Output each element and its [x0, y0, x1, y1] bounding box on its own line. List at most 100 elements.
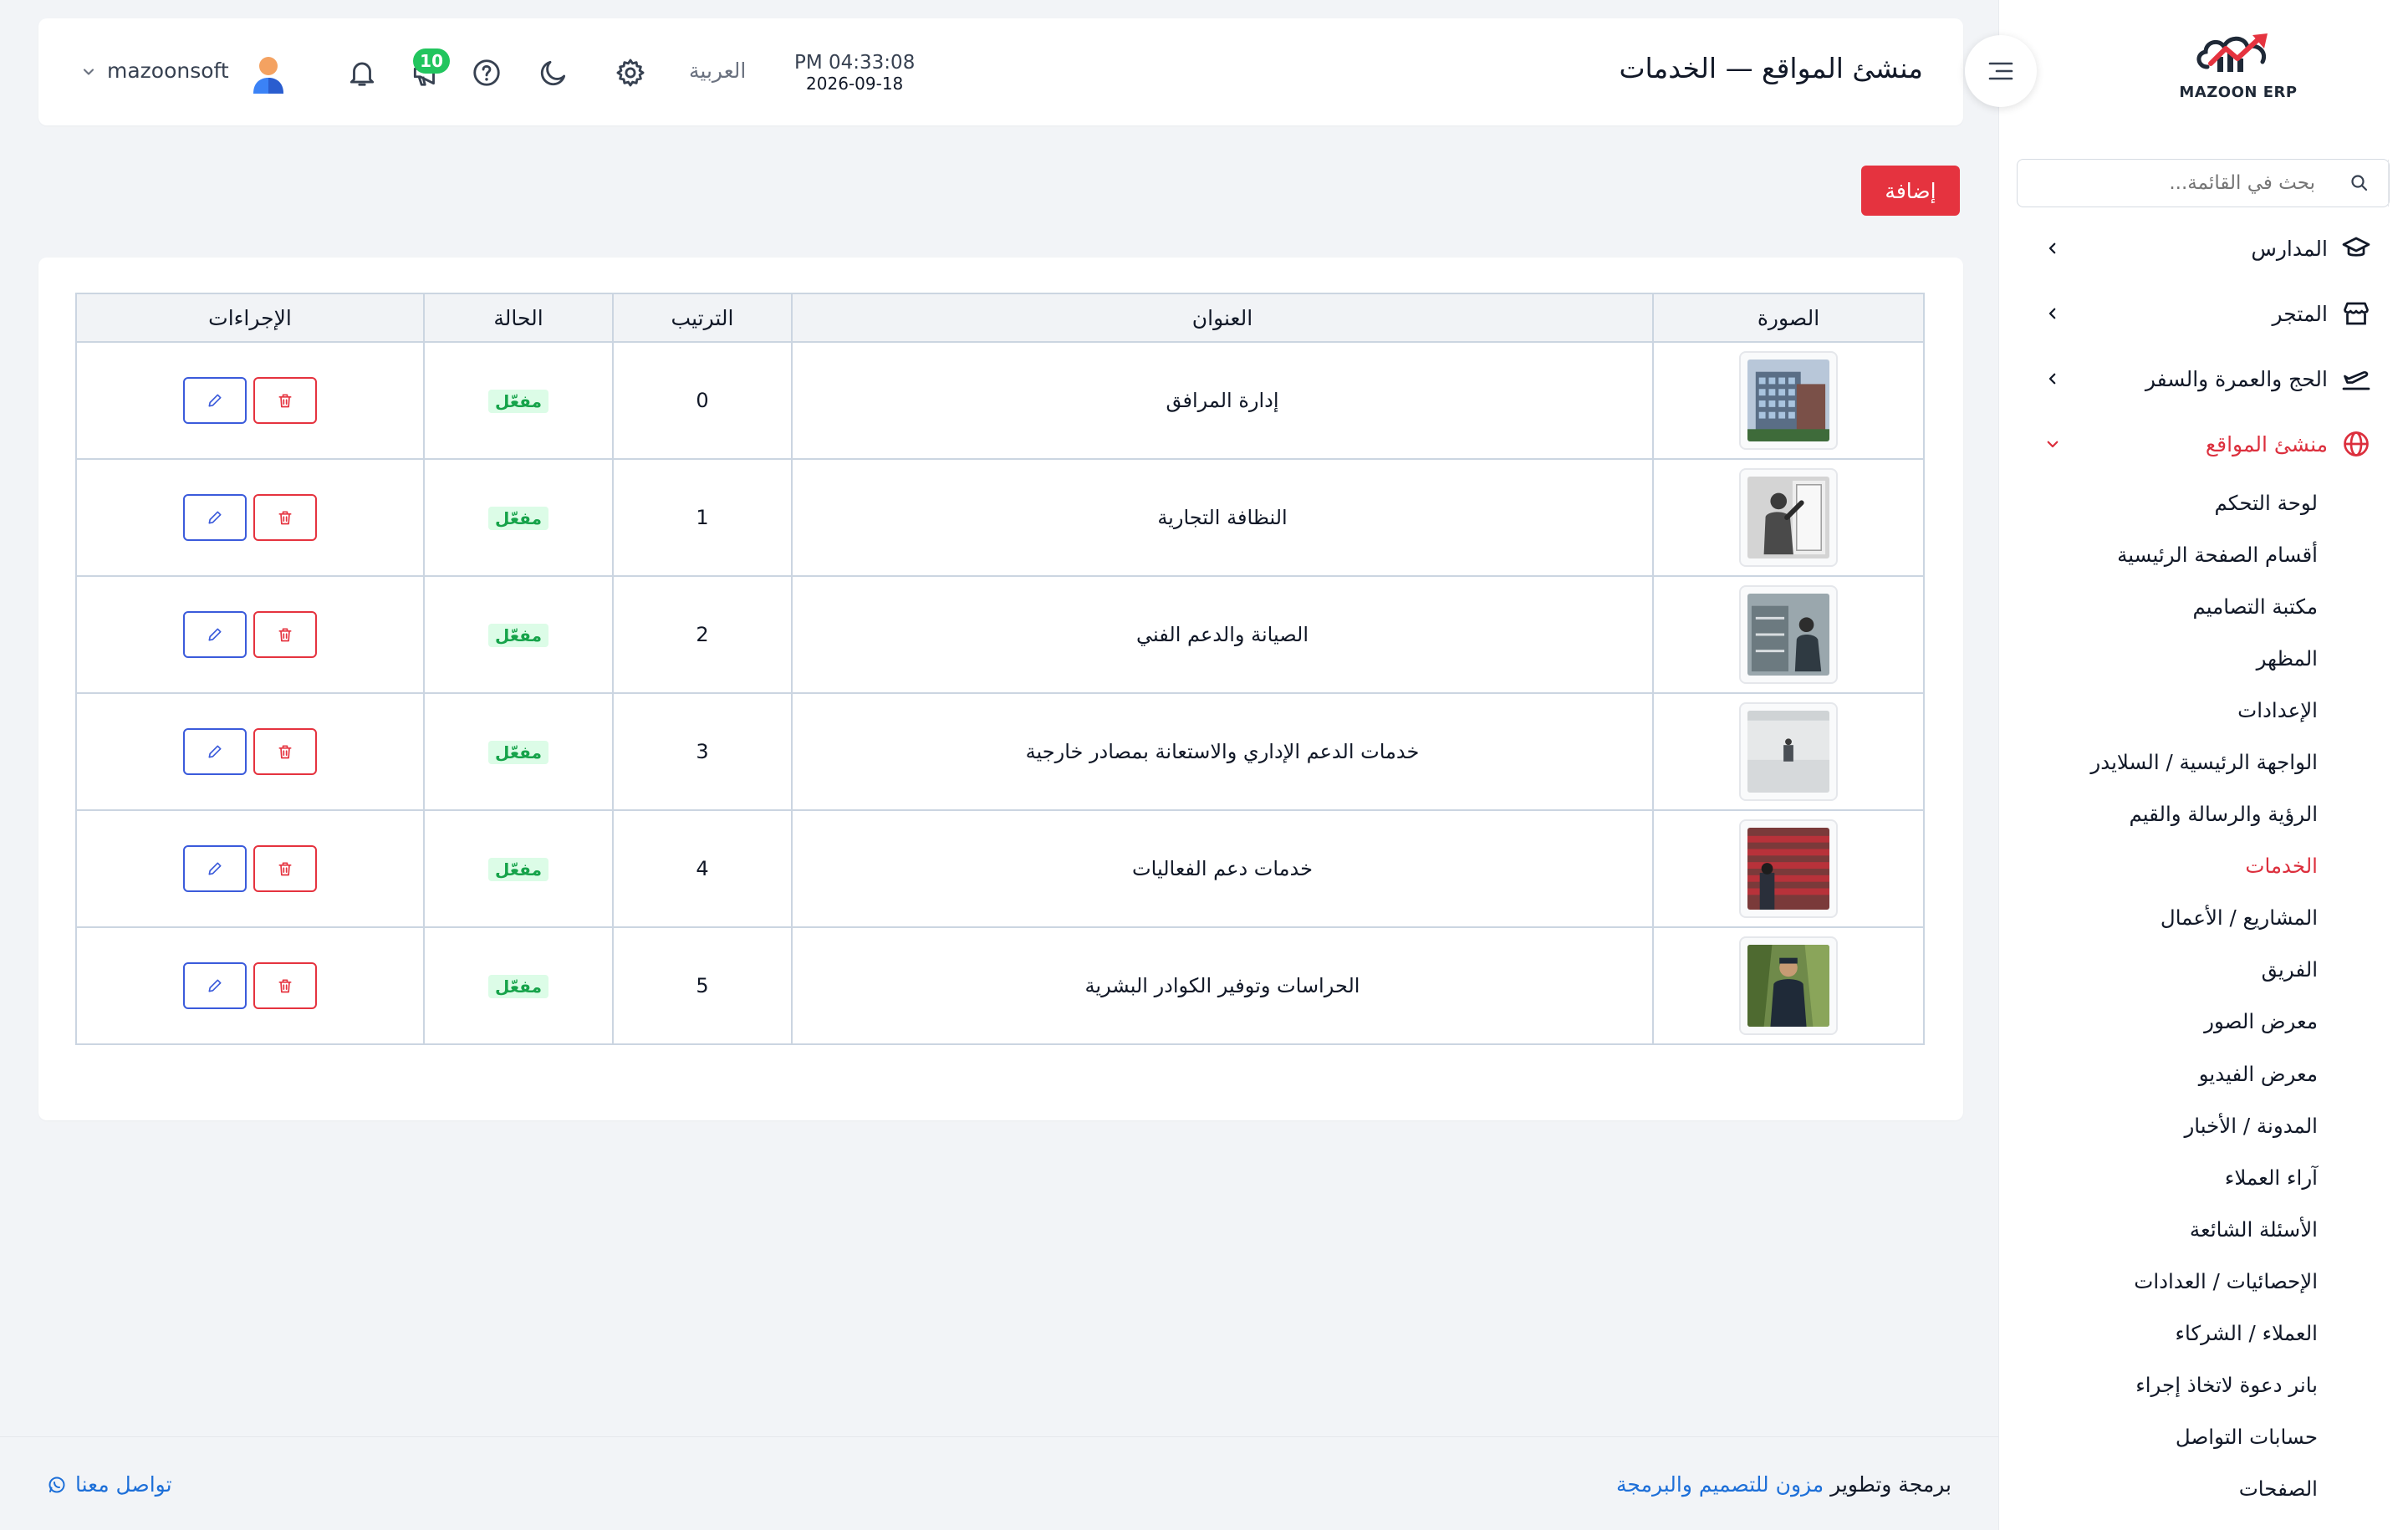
sidebar-item-schools[interactable]: المدارس [1999, 216, 2408, 281]
help-icon[interactable] [467, 54, 506, 92]
footer-credit: برمجة وتطوير مزون للتصميم والبرمجة [1616, 1472, 1951, 1497]
language-switch[interactable]: العربية [689, 59, 746, 83]
search-icon[interactable] [2330, 160, 2389, 207]
edit-button[interactable] [183, 728, 247, 775]
service-thumbnail[interactable] [1739, 585, 1838, 684]
column-header-order[interactable]: الترتيب [612, 293, 793, 343]
submenu-item-hero-slider[interactable]: الواجهة الرئيسية / السلايدر [1999, 736, 2408, 788]
menu-search[interactable] [2017, 159, 2390, 207]
cell-title: الحراسات وتوفير الكوادر البشرية [791, 926, 1654, 1045]
column-header-title[interactable]: العنوان [791, 293, 1654, 343]
delete-button[interactable] [253, 494, 317, 541]
clock: PM 04:33:08 2026-09-18 [794, 52, 915, 94]
submenu-item-vision-mission[interactable]: الرؤية والرسالة والقيم [1999, 788, 2408, 840]
column-header-image: الصورة [1652, 293, 1925, 343]
submenu-item-testimonials[interactable]: آراء العملاء [1999, 1151, 2408, 1203]
edit-button[interactable] [183, 494, 247, 541]
contact-link[interactable]: تواصل معنا [47, 1472, 172, 1497]
column-header-status[interactable]: الحالة [423, 293, 614, 343]
service-thumbnail[interactable] [1739, 468, 1838, 567]
page-title: منشئ المواقع — الخدمات [1619, 52, 1923, 84]
service-thumbnail[interactable] [1739, 702, 1838, 801]
submenu-item-clients-partners[interactable]: العملاء / الشركاء [1999, 1308, 2408, 1359]
table-row: خدمات دعم الفعاليات 4 مفعّل [75, 809, 1925, 928]
submenu-item-design-library[interactable]: مكتبة التصاميم [1999, 580, 2408, 632]
status-badge: مفعّل [488, 974, 548, 998]
status-badge: مفعّل [488, 389, 548, 413]
submenu-item-statistics[interactable]: الإحصائيات / العدادات [1999, 1255, 2408, 1307]
gear-icon[interactable] [611, 54, 650, 92]
footer: برمجة وتطوير مزون للتصميم والبرمجة تواصل… [0, 1436, 1998, 1530]
submenu-item-video-gallery[interactable]: معرض الفيديو [1999, 1048, 2408, 1099]
user-name[interactable]: mazoonsoft [107, 59, 229, 83]
submenu-item-team[interactable]: الفريق [1999, 944, 2408, 996]
table-row: الحراسات وتوفير الكوادر البشرية 5 مفعّل [75, 926, 1925, 1045]
contact-label: تواصل معنا [75, 1472, 172, 1497]
cell-image [1652, 341, 1925, 460]
cell-title: خدمات الدعم الإداري والاستعانة بمصادر خا… [791, 692, 1654, 811]
notification-count-badge: 10 [413, 48, 450, 74]
edit-button[interactable] [183, 377, 247, 424]
submenu-item-social-accounts[interactable]: حسابات التواصل [1999, 1411, 2408, 1463]
sidebar-item-store[interactable]: المتجر [1999, 281, 2408, 346]
site-builder-submenu: لوحة التحكم أقسام الصفحة الرئيسية مكتبة … [1999, 477, 2408, 1515]
service-thumbnail[interactable] [1739, 936, 1838, 1035]
service-thumbnail[interactable] [1739, 819, 1838, 918]
cell-title: إدارة المرافق [791, 341, 1654, 460]
edit-button[interactable] [183, 962, 247, 1009]
service-thumbnail[interactable] [1739, 351, 1838, 450]
cell-order: 3 [612, 692, 793, 811]
cell-status: مفعّل [423, 809, 614, 928]
trash-icon [278, 511, 292, 525]
submenu-item-appearance[interactable]: المظهر [1999, 632, 2408, 684]
sidebar-item-site-builder[interactable]: منشئ المواقع [1999, 411, 2408, 477]
megaphone-icon[interactable]: 10 [406, 48, 450, 92]
table-header-row: الصورة العنوان الترتيب الحالة الإجراءات [75, 293, 1925, 343]
status-badge: مفعّل [488, 506, 548, 530]
clock-date: 2026-09-18 [806, 74, 904, 94]
cell-actions [75, 458, 425, 577]
submenu-item-settings[interactable]: الإعدادات [1999, 684, 2408, 736]
cell-status: مفعّل [423, 575, 614, 694]
submenu-item-photo-gallery[interactable]: معرض الصور [1999, 996, 2408, 1048]
avatar[interactable] [246, 52, 291, 97]
menu-search-input[interactable] [2018, 172, 2330, 194]
brand-logo[interactable]: MAZOON ERP [2159, 30, 2318, 114]
submenu-item-home-sections[interactable]: أقسام الصفحة الرئيسية [1999, 528, 2408, 580]
delete-button[interactable] [253, 611, 317, 658]
bell-icon[interactable] [343, 54, 381, 92]
sidebar-item-hajj[interactable]: الحج والعمرة والسفر [1999, 346, 2408, 411]
chevron-left-icon [2040, 366, 2065, 391]
office-photo [1747, 711, 1829, 793]
delete-button[interactable] [253, 728, 317, 775]
submenu-item-faq[interactable]: الأسئلة الشائعة [1999, 1203, 2408, 1255]
submenu-item-blog-news[interactable]: المدونة / الأخبار [1999, 1099, 2408, 1151]
add-button[interactable]: إضافة [1861, 166, 1960, 216]
cell-actions [75, 341, 425, 460]
delete-button[interactable] [253, 377, 317, 424]
graduation-cap-icon [2339, 232, 2373, 265]
submenu-item-services[interactable]: الخدمات [1999, 840, 2408, 892]
trash-icon [278, 394, 292, 408]
submenu-item-projects[interactable]: المشاريع / الأعمال [1999, 892, 2408, 944]
delete-button[interactable] [253, 845, 317, 892]
pencil-icon [208, 628, 222, 641]
cell-status: مفعّل [423, 341, 614, 460]
submenu-item-pages[interactable]: الصفحات [1999, 1463, 2408, 1515]
sidebar: MAZOON ERP المدارس المتجر الحج والعمرة [1998, 0, 2408, 1530]
footer-credit-link[interactable]: مزون للتصميم والبرمجة [1616, 1472, 1824, 1497]
sidebar-toggle-button[interactable] [1965, 35, 2037, 107]
cell-image [1652, 458, 1925, 577]
moon-icon[interactable] [534, 54, 573, 92]
chevron-down-icon[interactable] [80, 64, 97, 80]
cell-image [1652, 926, 1925, 1045]
edit-button[interactable] [183, 611, 247, 658]
table-row: النظافة التجارية 1 مفعّل [75, 458, 1925, 577]
chevron-left-icon [2040, 236, 2065, 261]
edit-button[interactable] [183, 845, 247, 892]
delete-button[interactable] [253, 962, 317, 1009]
submenu-item-dashboard[interactable]: لوحة التحكم [1999, 477, 2408, 528]
submenu-item-cta-banner[interactable]: بانر دعوة لاتخاذ إجراء [1999, 1359, 2408, 1411]
table-row: إدارة المرافق 0 مفعّل [75, 341, 1925, 460]
cell-status: مفعّل [423, 692, 614, 811]
